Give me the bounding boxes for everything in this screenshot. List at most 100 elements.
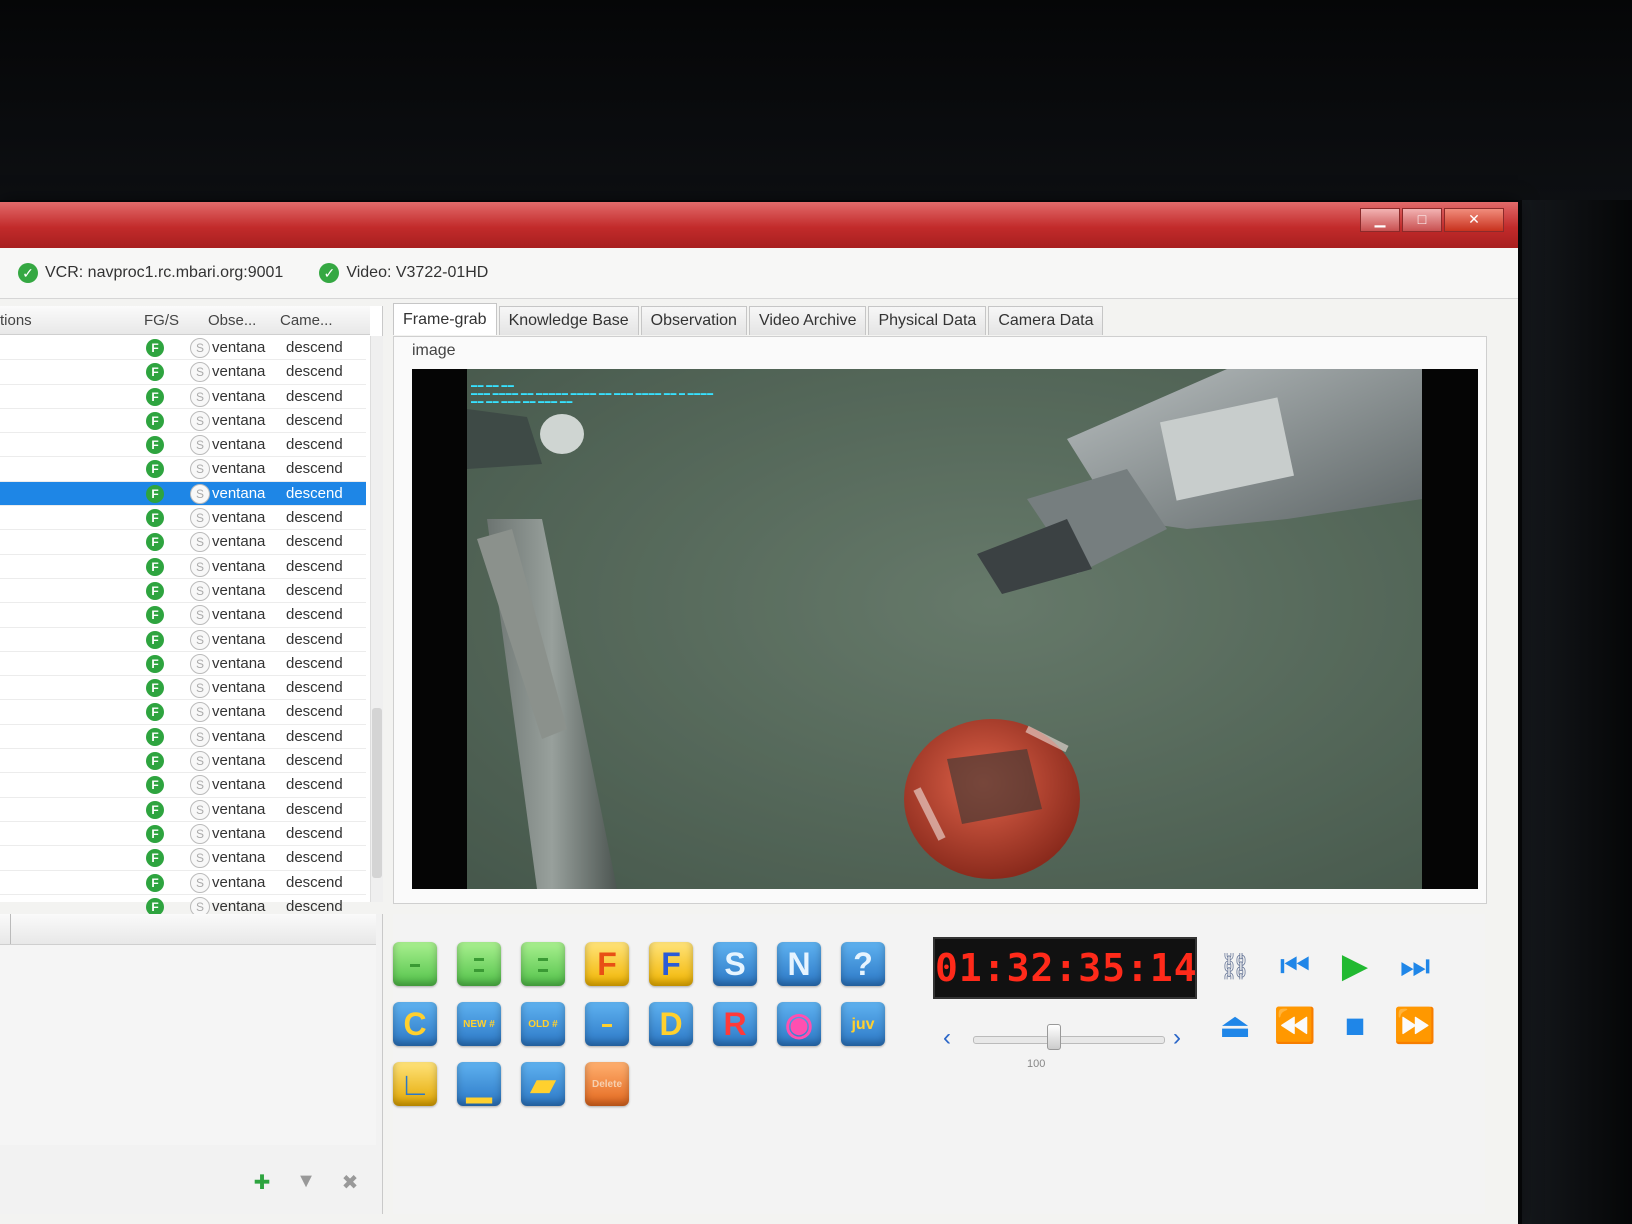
filter-icon[interactable]: ▼ bbox=[294, 1170, 318, 1192]
table-row[interactable]: F Sventana descend bbox=[0, 773, 366, 798]
f-remove-button[interactable]: F bbox=[649, 942, 693, 986]
rov-camera-scene bbox=[467, 369, 1422, 889]
column-header-observer[interactable]: Obse... bbox=[208, 312, 256, 329]
fast-forward-button[interactable]: ⏩ bbox=[1393, 1004, 1437, 1048]
table-row[interactable]: F Sventana descend bbox=[0, 481, 366, 507]
link-icon[interactable]: ⛓ bbox=[1213, 944, 1257, 988]
table-row[interactable]: F Sventana descend bbox=[0, 798, 366, 822]
table-row[interactable]: F Sventana descend bbox=[0, 385, 366, 409]
old-number-button[interactable]: OLD # bbox=[521, 1002, 565, 1046]
table-row[interactable]: F Sventana descend bbox=[0, 506, 366, 531]
camera-cell: descend bbox=[286, 630, 343, 648]
video-status-label: Video: V3722-01HD bbox=[346, 264, 489, 281]
table-row[interactable]: F Sventana descend bbox=[0, 871, 366, 895]
r-button[interactable]: R bbox=[713, 1002, 757, 1046]
frame-grab-icon: F bbox=[146, 557, 164, 576]
sample-status-icon: S bbox=[190, 775, 210, 796]
rewind-button[interactable]: ⏪ bbox=[1273, 1004, 1317, 1048]
column-header-camera[interactable]: Came... bbox=[280, 312, 333, 329]
frame-grab-image: ▬▬ ▬▬ ▬▬ ▬▬▬ ▬▬▬▬ ▬▬ ▬▬▬▬▬ ▬▬▬▬ ▬▬ ▬▬▬ ▬… bbox=[412, 369, 1478, 889]
table-row[interactable]: F Sventana descend bbox=[0, 530, 366, 555]
column-header-fgs[interactable]: FG/S bbox=[144, 312, 179, 329]
frame-grab-icon: F bbox=[146, 411, 164, 430]
app-window: ▁ □ ✕ ✓ VCR: navproc1.rc.mbari.org:9001 … bbox=[0, 202, 1518, 1224]
tab-knowledge-base[interactable]: Knowledge Base bbox=[498, 306, 639, 335]
monitor-bezel-top bbox=[0, 0, 1632, 200]
speed-slider[interactable]: ‹ › bbox=[939, 1016, 1189, 1056]
d-button[interactable]: D bbox=[649, 1002, 693, 1046]
ruler-button[interactable]: ∟ bbox=[393, 1062, 437, 1106]
table-row[interactable]: F Sventana descend bbox=[0, 628, 366, 652]
chevron-left-icon[interactable]: ‹ bbox=[943, 1024, 951, 1052]
table-row[interactable]: F Sventana descend bbox=[0, 603, 366, 628]
table-row[interactable]: F Sventana descend bbox=[0, 652, 366, 677]
n-button[interactable]: N bbox=[777, 942, 821, 986]
camera-cell: descend bbox=[286, 411, 343, 429]
frame-grab-icon: F bbox=[146, 873, 164, 892]
scrollbar-thumb[interactable] bbox=[372, 708, 382, 878]
table-row[interactable]: F Sventana descend bbox=[0, 457, 366, 482]
observer-cell: ventana bbox=[212, 897, 266, 915]
maximize-button[interactable]: □ bbox=[1402, 208, 1442, 232]
eject-button[interactable]: ⏏ bbox=[1213, 1004, 1257, 1048]
tab-frame-grab[interactable]: Frame-grab bbox=[393, 303, 497, 335]
table-row[interactable]: F Sventana descend bbox=[0, 409, 366, 434]
frame-grab-icon: F bbox=[146, 654, 164, 673]
close-button[interactable]: ✕ bbox=[1444, 208, 1504, 232]
button-label-icon: ▬ bbox=[410, 958, 420, 970]
new-number-button[interactable]: NEW # bbox=[457, 1002, 501, 1046]
observer-cell: ventana bbox=[212, 873, 266, 891]
sample-status-icon: S bbox=[190, 726, 210, 747]
table-row[interactable]: F Sventana descend bbox=[0, 676, 366, 701]
table-row[interactable]: F Sventana descend bbox=[0, 725, 366, 750]
table-row[interactable]: F Sventana descend bbox=[0, 336, 366, 361]
rewind-step-button[interactable]: ⏮ bbox=[1273, 944, 1317, 988]
frame-grab-icon: F bbox=[146, 533, 164, 552]
minimize-button[interactable]: ▁ bbox=[1360, 208, 1400, 232]
delete-button[interactable]: Delete bbox=[585, 1062, 629, 1106]
tab-camera-data[interactable]: Camera Data bbox=[988, 306, 1104, 335]
observer-cell: ventana bbox=[212, 484, 266, 502]
tab-video-archive[interactable]: Video Archive bbox=[748, 306, 867, 335]
tab-observation[interactable]: Observation bbox=[640, 306, 747, 335]
c-button[interactable]: C bbox=[393, 1002, 437, 1046]
play-button[interactable]: ▶ bbox=[1333, 944, 1377, 988]
frame-grab-icon: F bbox=[146, 800, 164, 819]
chevron-right-icon[interactable]: › bbox=[1173, 1024, 1181, 1052]
juvenile-button[interactable]: juv bbox=[841, 1002, 885, 1046]
add-icon[interactable]: ✚ bbox=[250, 1170, 274, 1194]
help-button[interactable]: ? bbox=[841, 942, 885, 986]
table-row[interactable]: F Sventana descend bbox=[0, 555, 366, 579]
observer-cell: ventana bbox=[212, 849, 266, 867]
remove-icon[interactable]: ✖ bbox=[338, 1170, 362, 1194]
column-header-observations[interactable]: tions bbox=[0, 312, 32, 329]
sample-button[interactable]: ▬ bbox=[585, 1002, 629, 1046]
table-row[interactable]: F Sventana descend bbox=[0, 846, 366, 871]
table-scrollbar[interactable] bbox=[370, 336, 383, 902]
observation-table: tions FG/S Obse... Came... F Sventana desc… bbox=[0, 306, 383, 920]
table-row[interactable]: F Sventana descend bbox=[0, 360, 366, 385]
stop-button[interactable]: ■ bbox=[1333, 1004, 1377, 1048]
copy-annotation-button[interactable]: ▬ ▬ bbox=[521, 942, 565, 986]
table-row[interactable]: F Sventana descend bbox=[0, 433, 366, 458]
f-button[interactable]: F bbox=[585, 942, 629, 986]
forward-step-button[interactable]: ⏭ bbox=[1393, 944, 1437, 988]
camera-icon-button[interactable]: ◉ bbox=[777, 1002, 821, 1046]
camera-cell: descend bbox=[286, 606, 343, 624]
underline-button[interactable]: ▁ bbox=[457, 1062, 501, 1106]
table-row[interactable]: F Sventana descend bbox=[0, 822, 366, 847]
frame-grab-icon: F bbox=[146, 339, 164, 357]
sample-status-icon: S bbox=[190, 605, 210, 626]
table-row[interactable]: F Sventana descend bbox=[0, 579, 366, 604]
copy-button[interactable]: ▬ ▬ bbox=[457, 942, 501, 986]
comment-button[interactable]: ▰ bbox=[521, 1062, 565, 1106]
tab-physical-data[interactable]: Physical Data bbox=[868, 306, 987, 335]
table-row[interactable]: F Sventana descend bbox=[0, 700, 366, 725]
slider-handle[interactable] bbox=[1047, 1024, 1061, 1050]
slider-track[interactable] bbox=[973, 1036, 1165, 1044]
s-button[interactable]: S bbox=[713, 942, 757, 986]
table-row[interactable]: F Sventana descend bbox=[0, 749, 366, 774]
green-action-button-1[interactable]: ▬ bbox=[393, 942, 437, 986]
observer-cell: ventana bbox=[212, 557, 266, 575]
camera-cell: descend bbox=[286, 509, 343, 527]
